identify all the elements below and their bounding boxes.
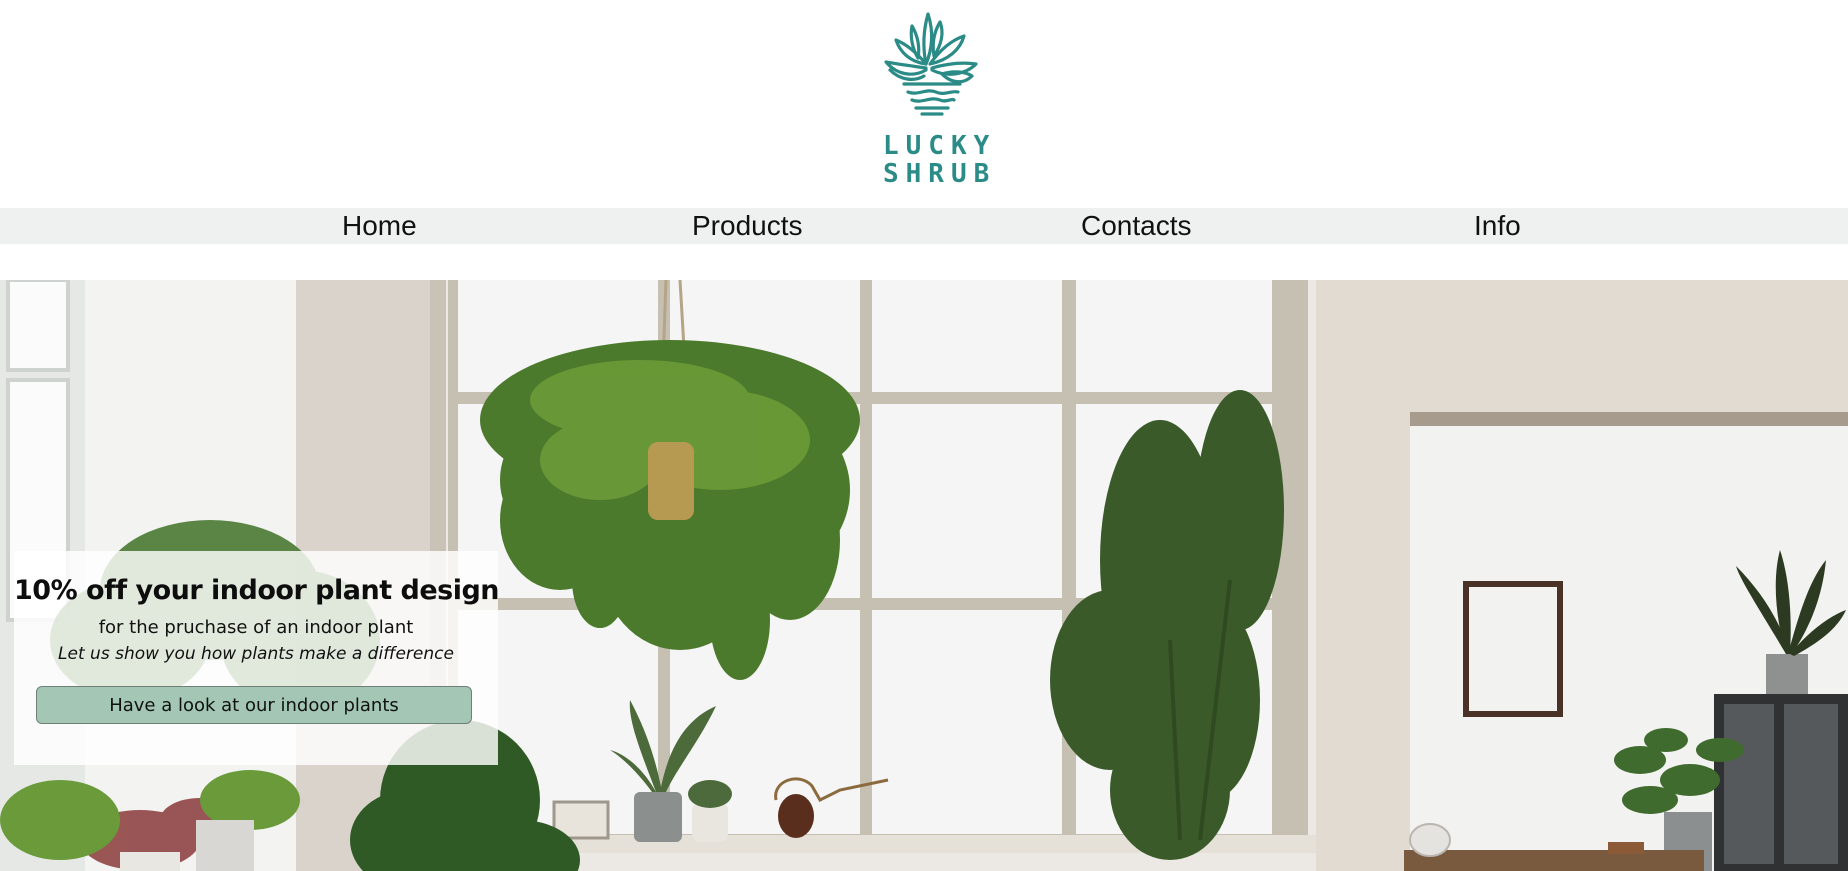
logo-wordmark-line2: SHRUB [883, 159, 997, 189]
nav-item-products[interactable]: Products [692, 208, 803, 244]
main-nav: Home Products Contacts Info [0, 208, 1848, 244]
promo-card: 10% off your indoor plant design for the… [14, 551, 500, 765]
site-header: LUCKY SHRUB [0, 0, 1848, 208]
promo-subtitle: for the pruchase of an indoor plant [98, 617, 414, 638]
promo-title: 10% off your indoor plant design [14, 575, 500, 606]
plant-pot-logo-icon [884, 12, 978, 116]
page: LUCKY SHRUB Home Products Contacts Info [0, 0, 1848, 871]
brand-logo[interactable]: LUCKY SHRUB [876, 8, 997, 189]
nav-item-contacts[interactable]: Contacts [1081, 208, 1192, 244]
promo-tagline: Let us show you how plants make a differ… [58, 644, 454, 664]
logo-wordmark-line1: LUCKY [883, 131, 997, 161]
nav-item-info[interactable]: Info [1474, 208, 1521, 244]
nav-item-home[interactable]: Home [342, 208, 417, 244]
view-indoor-plants-button[interactable]: Have a look at our indoor plants [36, 686, 472, 724]
